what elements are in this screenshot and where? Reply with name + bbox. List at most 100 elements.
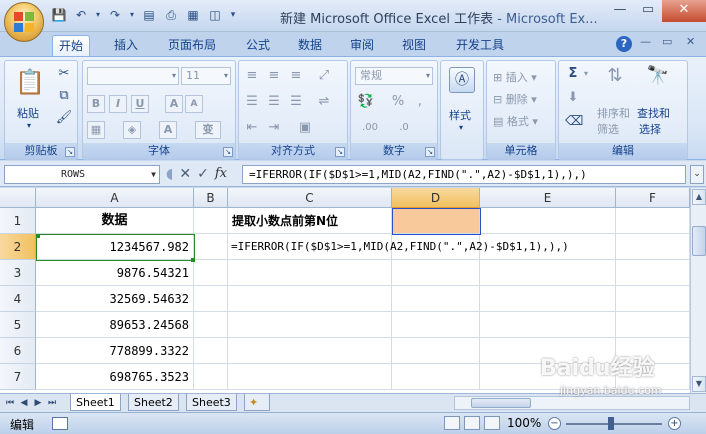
orientation-icon[interactable]: ⤢ xyxy=(315,67,333,85)
styles-label[interactable]: 样式 xyxy=(449,107,471,123)
cell-f5[interactable] xyxy=(616,312,690,338)
sheet-tab-3[interactable]: Sheet3 xyxy=(186,394,237,411)
last-sheet-icon[interactable]: ⏭ xyxy=(46,397,58,409)
print-icon[interactable]: ⎙ xyxy=(162,6,180,24)
sheet-tab-2[interactable]: Sheet2 xyxy=(128,394,179,411)
cell-c3[interactable] xyxy=(228,260,392,286)
tab-review[interactable]: 审阅 xyxy=(344,35,380,56)
cell-a3[interactable]: 9876.54321 xyxy=(36,260,194,286)
tab-developer[interactable]: 开发工具 xyxy=(450,35,510,56)
find-select-label-2[interactable]: 选择 xyxy=(639,121,661,137)
horizontal-scrollbar[interactable] xyxy=(454,396,690,410)
minimize-button[interactable]: — xyxy=(606,0,634,22)
cell-b4[interactable] xyxy=(194,286,228,312)
column-header-a[interactable]: A xyxy=(36,188,194,208)
row-header-1[interactable]: 1 xyxy=(0,208,36,234)
cell-d1[interactable] xyxy=(392,208,480,234)
cell-a7[interactable]: 698765.3523 xyxy=(36,364,194,390)
format-painter-icon[interactable]: 🖌 xyxy=(55,109,73,127)
zoom-slider-knob[interactable] xyxy=(608,417,614,430)
cell-a1[interactable]: 数据 xyxy=(36,208,194,234)
select-all-corner[interactable] xyxy=(0,188,36,208)
reference-handle-a2[interactable] xyxy=(191,258,195,262)
styles-icon[interactable]: Ⓐ xyxy=(449,67,475,93)
column-header-c[interactable]: C xyxy=(228,188,392,208)
grow-font-button[interactable]: A xyxy=(165,95,183,113)
cell-e4[interactable] xyxy=(480,286,616,312)
tab-formulas[interactable]: 公式 xyxy=(240,35,276,56)
page-layout-view-icon[interactable] xyxy=(464,416,480,430)
vertical-scroll-thumb[interactable] xyxy=(692,226,706,256)
clipboard-launcher-icon[interactable]: ↘ xyxy=(65,147,75,157)
fill-icon[interactable]: ⬇ xyxy=(565,89,581,107)
cell-c1[interactable]: 提取小数点前第N位 xyxy=(228,208,392,234)
shrink-font-button[interactable]: A xyxy=(185,95,203,113)
wrap-text-icon[interactable]: ⇌ xyxy=(315,93,333,111)
redo-icon[interactable]: ↷ xyxy=(106,6,124,24)
cut-icon[interactable]: ✂ xyxy=(55,65,73,83)
zoom-slider[interactable] xyxy=(566,423,662,425)
fill-color-button[interactable]: ◈ xyxy=(123,121,141,139)
scroll-up-icon[interactable]: ▲ xyxy=(692,189,706,205)
insert-function-icon[interactable]: fx xyxy=(215,165,227,183)
align-right-icon[interactable]: ☰ xyxy=(287,93,305,111)
row-header-5[interactable]: 5 xyxy=(0,312,36,338)
merge-center-icon[interactable]: ▣ xyxy=(293,119,317,137)
cell-d4[interactable] xyxy=(392,286,480,312)
zoom-level[interactable]: 100% xyxy=(507,416,541,430)
font-launcher-icon[interactable]: ↘ xyxy=(223,147,233,157)
reference-handle-a2-top[interactable] xyxy=(36,234,40,238)
cell-b6[interactable] xyxy=(194,338,228,364)
redo-dropdown-icon[interactable]: ▾ xyxy=(128,6,136,24)
normal-view-icon[interactable] xyxy=(444,416,460,430)
name-box-dropdown-icon[interactable]: ▼ xyxy=(151,166,156,183)
underline-button[interactable]: U xyxy=(131,95,149,113)
ribbon-close-icon[interactable]: ✕ xyxy=(686,35,695,48)
cell-d5[interactable] xyxy=(392,312,480,338)
cell-c6[interactable] xyxy=(228,338,392,364)
tab-view[interactable]: 视图 xyxy=(396,35,432,56)
cell-a5[interactable]: 89653.24568 xyxy=(36,312,194,338)
row-header-7[interactable]: 7 xyxy=(0,364,36,390)
number-launcher-icon[interactable]: ↘ xyxy=(425,147,435,157)
autosum-dropdown-icon[interactable]: ▾ xyxy=(581,65,591,83)
cell-b7[interactable] xyxy=(194,364,228,390)
macro-record-icon[interactable] xyxy=(52,417,68,430)
cell-e1[interactable] xyxy=(480,208,616,234)
customize-qat-icon[interactable]: ▾ xyxy=(228,6,238,24)
sort-filter-label-2[interactable]: 筛选 xyxy=(597,121,619,137)
cell-c5[interactable] xyxy=(228,312,392,338)
cell-c7[interactable] xyxy=(228,364,392,390)
sort-filter-icon[interactable]: ⇅ xyxy=(603,67,627,85)
row-header-6[interactable]: 6 xyxy=(0,338,36,364)
alignment-launcher-icon[interactable]: ↘ xyxy=(335,147,345,157)
cell-d3[interactable] xyxy=(392,260,480,286)
scroll-down-icon[interactable]: ▼ xyxy=(692,376,706,392)
cancel-edit-icon[interactable]: ✕ xyxy=(179,165,191,183)
autosum-button[interactable]: Σ xyxy=(565,65,581,83)
ribbon-minimize-icon[interactable]: — xyxy=(640,35,651,48)
tab-page-layout[interactable]: 页面布局 xyxy=(162,35,222,56)
align-center-icon[interactable]: ☰ xyxy=(265,93,283,111)
zoom-out-button[interactable]: − xyxy=(548,417,561,430)
font-name-combo[interactable]: ▾ xyxy=(87,67,179,85)
expand-formula-bar-icon[interactable]: ⌄ xyxy=(690,165,704,184)
cell-c2[interactable]: =IFERROR(IF($D$1>=1,MID(A2,FIND(".",A2)-… xyxy=(228,234,569,260)
phonetic-button[interactable]: 变 xyxy=(195,121,221,139)
row-header-3[interactable]: 3 xyxy=(0,260,36,286)
maximize-button[interactable]: ▭ xyxy=(634,0,662,22)
undo-icon[interactable]: ↶ xyxy=(72,6,90,24)
cell-e3[interactable] xyxy=(480,260,616,286)
currency-icon[interactable]: 💱 xyxy=(355,93,377,111)
tab-home[interactable]: 开始 xyxy=(52,35,91,56)
italic-button[interactable]: I xyxy=(109,95,127,113)
undo-dropdown-icon[interactable]: ▾ xyxy=(94,6,102,24)
spell-icon[interactable]: ▦ xyxy=(184,6,202,24)
next-sheet-icon[interactable]: ▶ xyxy=(32,397,44,409)
format-cells-button[interactable]: ▤ 格式 ▾ xyxy=(493,113,538,129)
column-header-b[interactable]: B xyxy=(194,188,228,208)
cell-d6[interactable] xyxy=(392,338,480,364)
align-top-icon[interactable]: ≡ xyxy=(243,67,261,85)
cell-f4[interactable] xyxy=(616,286,690,312)
find-select-label[interactable]: 查找和 xyxy=(637,105,670,121)
